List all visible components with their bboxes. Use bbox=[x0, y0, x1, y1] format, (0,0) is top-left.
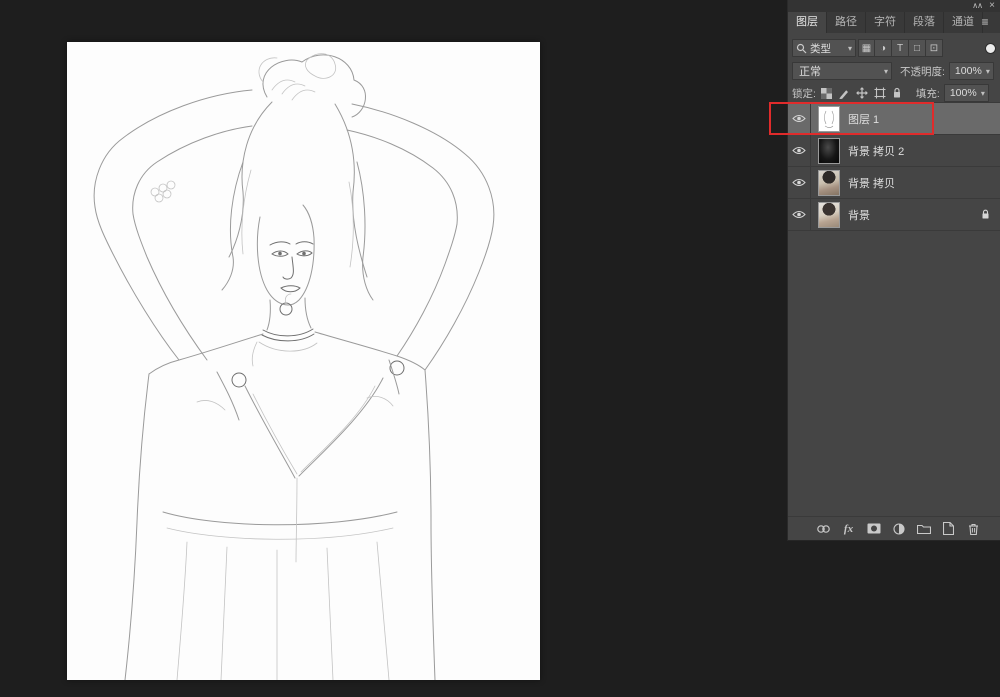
new-layer-icon[interactable] bbox=[941, 521, 956, 536]
layers-panel: ∧∧ × 图层 路径 字符 段落 通道 ≡ 类型 ▾ ▦ ◑ T □ bbox=[787, 0, 1000, 541]
visibility-toggle[interactable] bbox=[788, 103, 811, 134]
eye-icon bbox=[792, 146, 806, 155]
blend-mode-dropdown[interactable]: 正常 ▾ bbox=[792, 62, 892, 80]
opacity-label: 不透明度: bbox=[900, 64, 945, 79]
layer-name: 图层 1 bbox=[848, 111, 879, 127]
fill-value: 100% bbox=[950, 87, 977, 99]
layer-list: 图层 1 背景 拷贝 2 背景 拷贝 bbox=[788, 102, 1000, 231]
visibility-toggle[interactable] bbox=[788, 135, 811, 166]
eye-icon bbox=[792, 178, 806, 187]
eye-icon bbox=[792, 114, 806, 123]
chevron-down-icon: ▾ bbox=[978, 89, 988, 98]
close-panel-icon[interactable]: × bbox=[989, 0, 995, 12]
layer-mask-icon[interactable] bbox=[866, 521, 881, 536]
layer-filter-toggle[interactable] bbox=[985, 43, 996, 54]
blend-mode-value: 正常 bbox=[799, 63, 821, 79]
fill-dropdown[interactable]: 100% ▾ bbox=[944, 84, 989, 102]
layer-row-background-copy[interactable]: 背景 拷贝 bbox=[788, 167, 1000, 199]
lock-all-icon[interactable] bbox=[892, 87, 902, 99]
layer-thumbnail[interactable] bbox=[818, 202, 840, 228]
lock-artboard-icon[interactable] bbox=[874, 87, 886, 99]
opacity-value: 100% bbox=[955, 65, 982, 77]
layer-thumbnail[interactable] bbox=[818, 170, 840, 196]
new-group-icon[interactable] bbox=[916, 521, 931, 536]
panel-title-strip: ∧∧ × bbox=[788, 0, 1000, 12]
layer-filter-row: 类型 ▾ ▦ ◑ T □ ⊡ bbox=[792, 39, 996, 57]
collapse-panel-icon[interactable]: ∧∧ bbox=[972, 0, 982, 12]
document-canvas[interactable] bbox=[67, 42, 540, 680]
lock-position-icon[interactable] bbox=[856, 87, 868, 99]
panel-tabbar: 图层 路径 字符 段落 通道 bbox=[788, 12, 1000, 33]
lock-fill-row: 锁定: 填充: 100% bbox=[792, 85, 996, 101]
filter-pixel-layers-icon[interactable]: ▦ bbox=[858, 39, 875, 57]
layer-name: 背景 bbox=[848, 207, 870, 223]
layer-row-layer-1[interactable]: 图层 1 bbox=[788, 103, 1000, 135]
tab-paragraph[interactable]: 段落 bbox=[905, 12, 944, 33]
layers-bottom-toolbar: fx bbox=[788, 516, 1000, 540]
eye-icon bbox=[792, 210, 806, 219]
filter-type-layers-icon[interactable]: T bbox=[892, 39, 909, 57]
layer-row-background-copy-2[interactable]: 背景 拷贝 2 bbox=[788, 135, 1000, 167]
photoshop-workspace: ∧∧ × 图层 路径 字符 段落 通道 ≡ 类型 ▾ ▦ ◑ T □ bbox=[0, 0, 1000, 697]
search-icon bbox=[796, 43, 807, 54]
delete-layer-icon[interactable] bbox=[966, 521, 981, 536]
layer-thumbnail[interactable] bbox=[818, 138, 840, 164]
layer-name: 背景 拷贝 2 bbox=[848, 143, 904, 159]
filter-shape-layers-icon[interactable]: □ bbox=[909, 39, 926, 57]
chevron-down-icon: ▾ bbox=[845, 44, 855, 53]
tab-layers[interactable]: 图层 bbox=[788, 12, 827, 33]
filter-kind-label: 类型 bbox=[810, 41, 831, 56]
chevron-down-icon: ▾ bbox=[983, 67, 993, 76]
layer-name: 背景 拷贝 bbox=[848, 175, 895, 191]
chevron-down-icon: ▾ bbox=[881, 67, 891, 76]
lock-image-pixels-icon[interactable] bbox=[838, 87, 850, 99]
filter-smart-object-icon[interactable]: ⊡ bbox=[926, 39, 943, 57]
sketch-image bbox=[67, 42, 540, 680]
link-layers-icon[interactable] bbox=[816, 521, 831, 536]
tab-paths[interactable]: 路径 bbox=[827, 12, 866, 33]
panel-menu-icon[interactable]: ≡ bbox=[976, 12, 994, 33]
adjustment-layer-icon[interactable] bbox=[891, 521, 906, 536]
visibility-toggle[interactable] bbox=[788, 199, 811, 230]
blend-opacity-row: 正常 ▾ 不透明度: 100% ▾ bbox=[792, 62, 996, 80]
filter-type-buttons: ▦ ◑ T □ ⊡ bbox=[858, 39, 943, 57]
opacity-dropdown[interactable]: 100% ▾ bbox=[949, 62, 994, 80]
lock-transparent-pixels-icon[interactable] bbox=[821, 88, 832, 99]
tab-character[interactable]: 字符 bbox=[866, 12, 905, 33]
layer-style-icon[interactable]: fx bbox=[841, 521, 856, 536]
layer-row-background[interactable]: 背景 bbox=[788, 199, 1000, 231]
layer-lock-icon bbox=[981, 209, 990, 220]
visibility-toggle[interactable] bbox=[788, 167, 811, 198]
layer-thumbnail[interactable] bbox=[818, 106, 840, 132]
lock-label: 锁定: bbox=[792, 86, 816, 101]
fill-label: 填充: bbox=[916, 86, 940, 101]
filter-kind-dropdown[interactable]: 类型 ▾ bbox=[792, 39, 856, 57]
filter-adjustment-layers-icon[interactable]: ◑ bbox=[875, 39, 892, 57]
